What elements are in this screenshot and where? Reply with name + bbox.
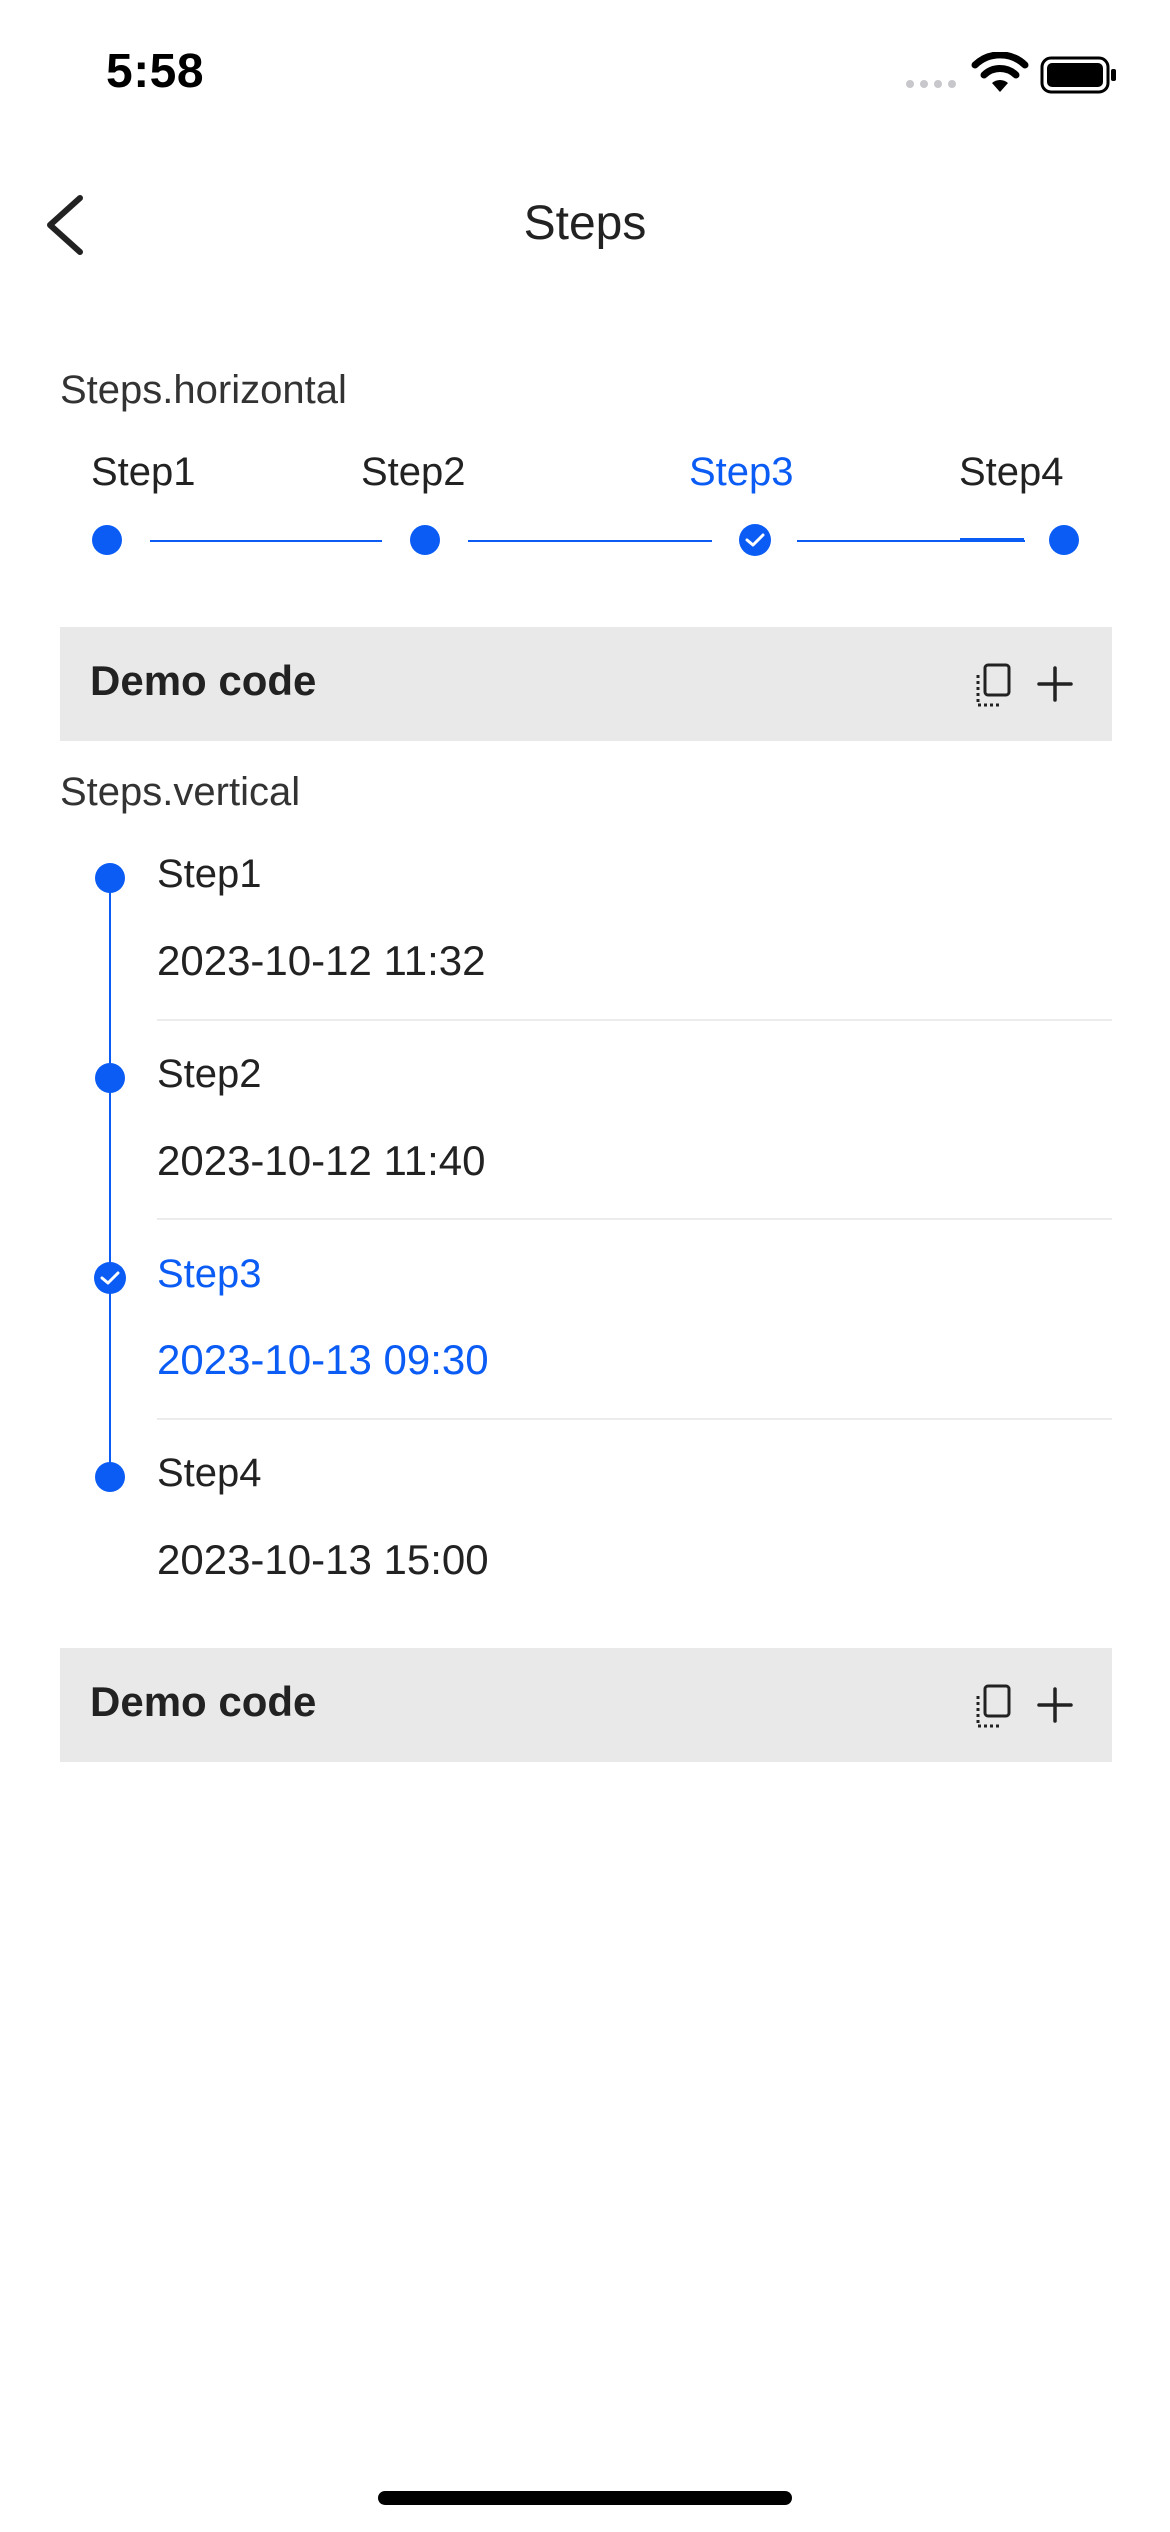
- h-step-dot-2: [410, 525, 440, 555]
- v-connector-line: [109, 880, 111, 1480]
- v-step-divider-3: [157, 1418, 1112, 1420]
- h-step-label-3: Step3: [689, 450, 794, 494]
- v-step-dot-1: [95, 863, 125, 893]
- v-step-check-icon: [94, 1262, 126, 1294]
- h-step-label-1: Step1: [91, 450, 196, 494]
- v-step-title-4: Step4: [157, 1451, 262, 1495]
- v-step-title-3: Step3: [157, 1252, 262, 1296]
- battery-icon: [1040, 56, 1116, 94]
- expand-plus-icon[interactable]: [1036, 1686, 1074, 1724]
- section-label-horizontal: Steps.horizontal: [60, 368, 347, 412]
- page-title: Steps: [523, 197, 647, 250]
- demo-code-bar-horizontal[interactable]: Demo code: [60, 627, 1112, 741]
- h-step-label-4: Step4: [959, 450, 1064, 494]
- h-step-label-2: Step2: [361, 450, 466, 494]
- h-step-dot-1: [92, 525, 122, 555]
- cellular-signal-icon: [906, 80, 956, 88]
- demo-code-label: Demo code: [90, 657, 317, 704]
- h-connector-3: [797, 540, 1025, 542]
- h-step-check-icon: [739, 524, 771, 556]
- v-step-divider-1: [157, 1019, 1112, 1021]
- demo-code-bar-vertical[interactable]: Demo code: [60, 1648, 1112, 1762]
- v-step-time-2: 2023-10-12 11:40: [157, 1137, 486, 1184]
- copy-icon[interactable]: [974, 663, 1012, 707]
- v-step-time-1: 2023-10-12 11:32: [157, 937, 486, 984]
- home-indicator[interactable]: [378, 2491, 792, 2505]
- expand-plus-icon[interactable]: [1036, 665, 1074, 703]
- v-step-divider-2: [157, 1218, 1112, 1220]
- v-step-title-2: Step2: [157, 1052, 262, 1096]
- h-connector-3-tick: [960, 538, 1024, 540]
- v-step-title-1: Step1: [157, 852, 262, 896]
- v-step-time-4: 2023-10-13 15:00: [157, 1536, 489, 1583]
- demo-code-label: Demo code: [90, 1678, 317, 1725]
- status-time: 5:58: [106, 45, 205, 98]
- v-step-time-3: 2023-10-13 09:30: [157, 1336, 489, 1383]
- h-step-dot-4: [1049, 525, 1079, 555]
- copy-icon[interactable]: [974, 1684, 1012, 1728]
- h-connector-2: [468, 540, 712, 542]
- v-step-dot-4: [95, 1462, 125, 1492]
- wifi-icon: [971, 52, 1029, 92]
- h-connector-1: [150, 540, 382, 542]
- v-step-dot-2: [95, 1063, 125, 1093]
- section-label-vertical: Steps.vertical: [60, 770, 301, 814]
